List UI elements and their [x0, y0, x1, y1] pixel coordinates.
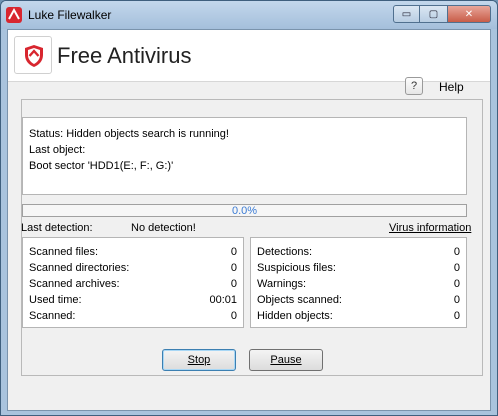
stat-label: Hidden objects:: [257, 310, 333, 322]
shield-logo-icon: [14, 36, 52, 74]
stat-label: Suspicious files:: [257, 262, 336, 274]
help-icon[interactable]: ?: [405, 77, 423, 95]
stat-label: Scanned archives:: [29, 278, 120, 290]
stat-label: Warnings:: [257, 278, 307, 290]
minimize-button[interactable]: ▭: [393, 5, 420, 23]
virus-information-link[interactable]: Virus information: [389, 222, 471, 234]
stat-row: Scanned archives: 0: [29, 278, 237, 294]
stat-row: Scanned files: 0: [29, 246, 237, 262]
stat-row: Scanned directories: 0: [29, 262, 237, 278]
title-bar[interactable]: Luke Filewalker ▭ ▢ ✕: [1, 1, 497, 29]
stat-label: Objects scanned:: [257, 294, 342, 306]
stat-label: Scanned files:: [29, 246, 99, 258]
last-object-label: Last object:: [29, 144, 86, 156]
last-object-value: Boot sector 'HDD1(E:, F:, G:)': [29, 160, 174, 172]
stat-row: Suspicious files: 0: [257, 262, 460, 278]
status-line: Status: Hidden objects search is running…: [29, 128, 229, 140]
stat-value: 0: [230, 278, 237, 290]
app-name: Free Antivirus: [57, 43, 192, 68]
stat-value: 0: [453, 278, 460, 290]
stat-value: 0: [453, 310, 460, 322]
stat-value: 00:01: [209, 294, 237, 306]
stat-row: Detections: 0: [257, 246, 460, 262]
last-detection-value: No detection!: [131, 222, 196, 234]
pause-button[interactable]: Pause: [249, 349, 323, 371]
stat-value: 0: [453, 262, 460, 274]
close-button[interactable]: ✕: [447, 5, 491, 23]
scan-progress-bar: 0.0%: [22, 204, 467, 217]
stat-label: Scanned:: [29, 310, 76, 322]
stat-label: Scanned directories:: [29, 262, 130, 274]
stat-row: Warnings: 0: [257, 278, 460, 294]
stat-value: 0: [230, 262, 237, 274]
stat-value: 0: [230, 310, 237, 322]
stat-row: Hidden objects: 0: [257, 310, 460, 326]
app-header: Free Antivirus: [8, 30, 490, 82]
window-title: Luke Filewalker: [28, 8, 112, 22]
stat-row: Used time: 00:01: [29, 294, 237, 310]
progress-percent: 0.0%: [231, 205, 258, 217]
stat-label: Detections:: [257, 246, 313, 258]
help-link[interactable]: Help: [439, 80, 464, 94]
stop-button[interactable]: Stop: [162, 349, 236, 371]
avira-umbrella-icon: [6, 7, 22, 23]
stat-label: Used time:: [29, 294, 82, 306]
stat-row: Objects scanned: 0: [257, 294, 460, 310]
maximize-button[interactable]: ▢: [420, 5, 447, 23]
stat-value: 0: [230, 246, 237, 258]
scan-stats-left: Scanned files: 0 Scanned directories: 0 …: [22, 237, 244, 328]
status-box: Status: Hidden objects search is running…: [22, 117, 467, 195]
last-detection-label: Last detection:: [21, 222, 93, 234]
stat-value: 0: [453, 294, 460, 306]
stat-row: Scanned: 0: [29, 310, 237, 326]
app-window: Luke Filewalker ▭ ▢ ✕ Free Antivirus ? H…: [0, 0, 498, 416]
scan-stats-right: Detections: 0 Suspicious files: 0 Warnin…: [250, 237, 467, 328]
stat-value: 0: [453, 246, 460, 258]
